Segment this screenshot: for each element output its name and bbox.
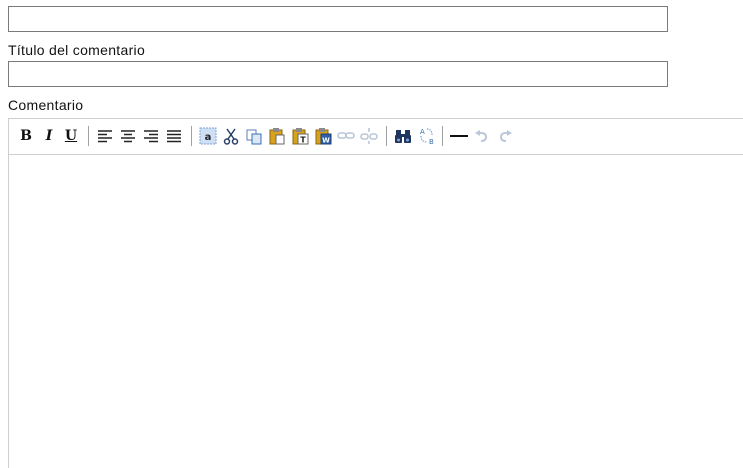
align-left-button[interactable] — [95, 126, 115, 146]
toolbar-separator — [442, 126, 443, 146]
svg-text:T: T — [300, 136, 306, 145]
bold-icon: B — [20, 128, 32, 144]
link-icon — [337, 132, 355, 139]
svg-text:A: A — [420, 128, 425, 136]
editor-toolbar: B I U a T W A B — [9, 119, 743, 155]
italic-button[interactable]: I — [39, 126, 59, 146]
redo-icon — [499, 130, 512, 142]
paste-icon — [269, 128, 285, 145]
comment-label: Comentario — [8, 97, 84, 113]
scissors-icon — [223, 128, 239, 145]
unlink-button[interactable] — [359, 126, 379, 146]
align-right-button[interactable] — [141, 126, 161, 146]
editor-content-area[interactable] — [9, 155, 743, 468]
underline-icon: U — [64, 128, 78, 144]
copy-icon — [246, 129, 262, 145]
align-center-button[interactable] — [118, 126, 138, 146]
comment-title-input[interactable] — [8, 61, 668, 87]
select-all-icon: a — [199, 127, 217, 145]
svg-text:a: a — [205, 132, 212, 143]
italic-icon: I — [45, 128, 53, 144]
select-all-button[interactable]: a — [198, 126, 218, 146]
cut-button[interactable] — [221, 126, 241, 146]
toolbar-separator — [88, 126, 89, 146]
align-justify-button[interactable] — [164, 126, 184, 146]
undo-button[interactable] — [472, 126, 492, 146]
align-left-icon — [98, 130, 112, 143]
unlink-icon — [360, 128, 378, 144]
svg-text:W: W — [322, 137, 330, 145]
paste-text-button[interactable]: T — [290, 126, 310, 146]
toolbar-separator — [386, 126, 387, 146]
undo-icon — [475, 130, 488, 142]
bold-button[interactable]: B — [16, 126, 36, 146]
horizontal-rule-icon — [450, 135, 468, 137]
copy-button[interactable] — [244, 126, 264, 146]
rich-text-editor: B I U a T W A B — [8, 118, 743, 468]
align-center-icon — [121, 130, 135, 143]
underline-button[interactable]: U — [61, 126, 81, 146]
paste-word-icon: W — [315, 128, 332, 145]
paste-word-button[interactable]: W — [313, 126, 333, 146]
first-input-field[interactable] — [8, 6, 668, 32]
align-justify-icon — [167, 130, 181, 143]
comment-title-label: Título del comentario — [8, 42, 146, 58]
find-button[interactable] — [393, 126, 413, 146]
paste-text-icon: T — [292, 128, 309, 145]
replace-button[interactable]: A B — [416, 126, 436, 146]
svg-text:B: B — [429, 138, 434, 146]
align-right-icon — [144, 130, 158, 143]
replace-icon: A B — [420, 128, 434, 146]
redo-button[interactable] — [495, 126, 515, 146]
link-button[interactable] — [336, 126, 356, 146]
paste-button[interactable] — [267, 126, 287, 146]
binoculars-icon — [395, 130, 411, 143]
toolbar-separator — [191, 126, 192, 146]
horizontal-rule-button[interactable] — [449, 126, 469, 146]
